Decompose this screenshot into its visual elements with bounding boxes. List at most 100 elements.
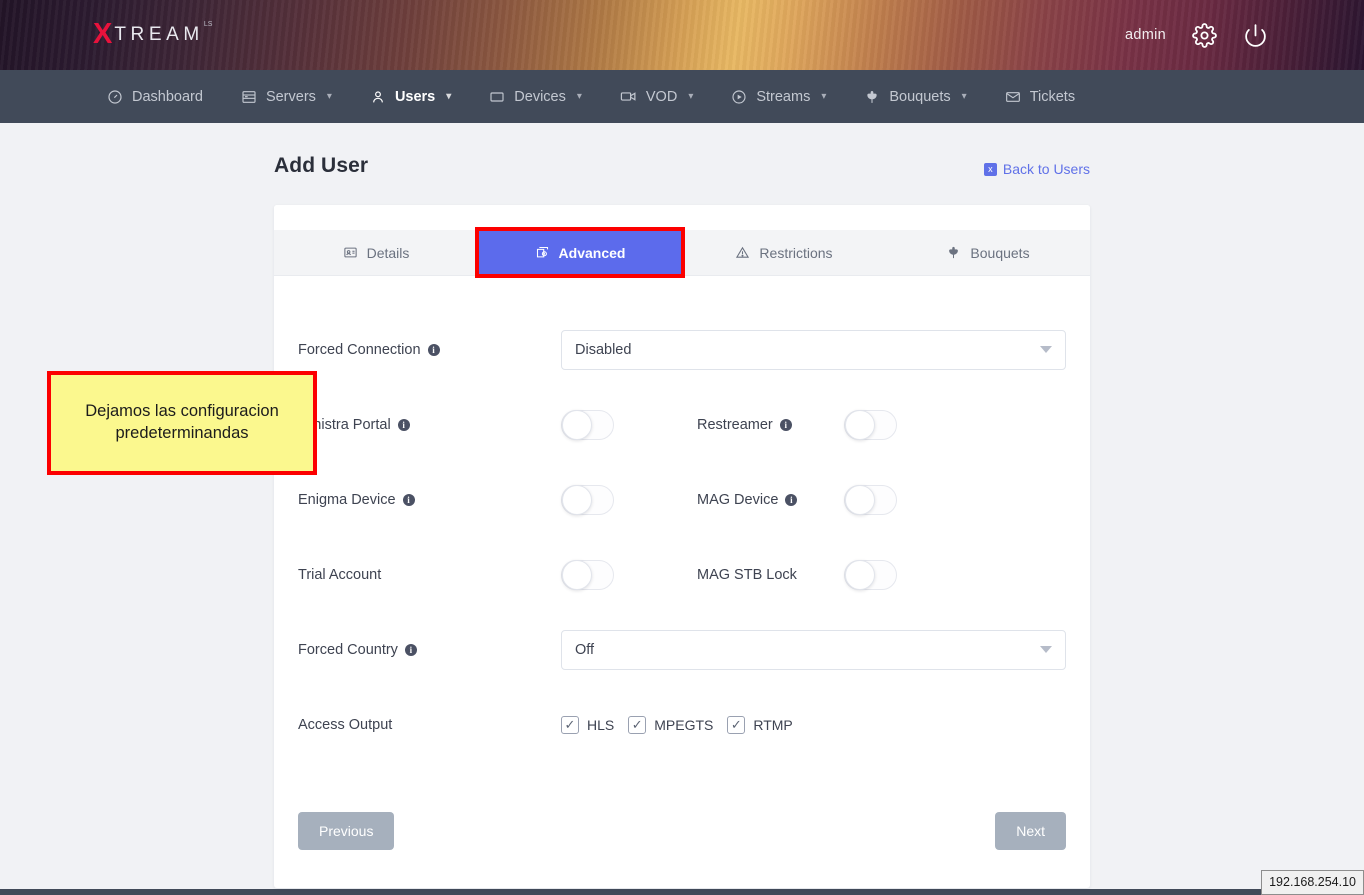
info-icon[interactable]: i xyxy=(785,494,797,506)
trial-account-toggle[interactable] xyxy=(561,560,614,590)
toggle-knob xyxy=(562,410,592,440)
checkbox-rtmp[interactable]: ✓ xyxy=(727,716,745,734)
nav-item-servers[interactable]: Servers ▾ xyxy=(222,70,351,123)
nav-label-tickets: Tickets xyxy=(1030,89,1075,105)
toggle-knob xyxy=(845,410,875,440)
header-actions: admin xyxy=(1125,0,1268,70)
checkbox-item-hls[interactable]: ✓ HLS xyxy=(561,716,614,734)
info-icon[interactable]: i xyxy=(398,419,410,431)
tab-restrictions[interactable]: Restrictions xyxy=(682,230,886,275)
next-button[interactable]: Next xyxy=(995,812,1066,850)
toggle-knob xyxy=(845,485,875,515)
cell-mag-device-toggle xyxy=(844,485,897,515)
sliders-icon xyxy=(535,245,550,260)
mag-stb-lock-toggle[interactable] xyxy=(844,560,897,590)
nav-label-devices: Devices xyxy=(514,89,566,105)
chevron-down-icon: ▾ xyxy=(962,91,967,102)
toggle-knob xyxy=(845,560,875,590)
nav-item-dashboard[interactable]: Dashboard xyxy=(88,70,222,123)
label-text-forced-country: Forced Country xyxy=(298,642,398,658)
power-icon[interactable] xyxy=(1243,23,1268,48)
forced-connection-select[interactable]: Disabled xyxy=(561,330,1066,370)
main-navigation: Dashboard Servers ▾ Users ▾ Devices ▾ xyxy=(0,70,1364,123)
tulip-icon xyxy=(946,245,961,260)
chevron-down-icon: ▾ xyxy=(327,91,332,102)
brand-header: X TREAM LS admin xyxy=(0,0,1364,70)
row-ministra-restreamer: Ministra Portal i Restreamer i xyxy=(298,387,1066,462)
forced-country-select[interactable]: Off xyxy=(561,630,1066,670)
page-footer: Copyright © 2021 - Xtream UI R22F - Earl… xyxy=(0,889,1364,895)
xtream-logo: X TREAM LS xyxy=(93,20,212,49)
wizard-button-row: Previous Next xyxy=(274,784,1090,888)
nav-label-servers: Servers xyxy=(266,89,316,105)
add-user-card: Details Advanced Restr xyxy=(274,205,1090,888)
close-icon: x xyxy=(984,163,997,176)
tab-bar: Details Advanced Restr xyxy=(274,230,1090,276)
info-icon[interactable]: i xyxy=(405,644,417,656)
advanced-form: Forced Connection i Disabled Ministra Po… xyxy=(274,276,1090,784)
checkbox-item-rtmp[interactable]: ✓ RTMP xyxy=(727,716,792,734)
label-text-restreamer: Restreamer xyxy=(697,417,773,433)
play-circle-icon xyxy=(731,89,747,105)
gear-icon[interactable] xyxy=(1192,23,1217,48)
nav-item-users[interactable]: Users ▾ xyxy=(351,70,470,123)
tab-details[interactable]: Details xyxy=(274,230,478,275)
toggle-knob xyxy=(562,485,592,515)
nav-item-tickets[interactable]: Tickets xyxy=(986,70,1094,123)
label-restreamer: Restreamer i xyxy=(697,417,844,433)
cell-enigma-toggle xyxy=(561,485,697,515)
cell-ministra-toggle xyxy=(561,410,697,440)
nav-item-bouquets[interactable]: Bouquets ▾ xyxy=(845,70,985,123)
cell-trial-toggle xyxy=(561,560,697,590)
ip-address-badge: 192.168.254.10 xyxy=(1261,870,1364,895)
back-to-users-link[interactable]: x Back to Users xyxy=(984,161,1090,177)
ministra-portal-toggle[interactable] xyxy=(561,410,614,440)
checkbox-hls[interactable]: ✓ xyxy=(561,716,579,734)
chevron-down-icon xyxy=(1040,346,1052,353)
label-forced-country: Forced Country i xyxy=(298,642,561,658)
enigma-device-toggle[interactable] xyxy=(561,485,614,515)
nav-item-vod[interactable]: VOD ▾ xyxy=(601,70,712,123)
label-text-access-output: Access Output xyxy=(298,717,392,733)
restreamer-toggle[interactable] xyxy=(844,410,897,440)
label-trial-account: Trial Account xyxy=(298,567,561,583)
tab-label-advanced: Advanced xyxy=(559,245,626,261)
tab-bouquets[interactable]: Bouquets xyxy=(886,230,1090,275)
label-text-mag-stb-lock: MAG STB Lock xyxy=(697,567,797,583)
speedometer-icon xyxy=(107,89,123,105)
label-forced-connection: Forced Connection i xyxy=(298,342,561,358)
envelope-icon xyxy=(1005,89,1021,105)
info-icon[interactable]: i xyxy=(428,344,440,356)
previous-button[interactable]: Previous xyxy=(298,812,394,850)
row-enigma-mag: Enigma Device i MAG Device i xyxy=(298,462,1066,537)
tab-label-restrictions: Restrictions xyxy=(759,245,832,261)
checkbox-item-mpegts[interactable]: ✓ MPEGTS xyxy=(628,716,713,734)
label-enigma-device: Enigma Device i xyxy=(298,492,561,508)
label-text-mag-device: MAG Device xyxy=(697,492,778,508)
checkbox-label-rtmp: RTMP xyxy=(753,717,792,733)
forced-country-value: Off xyxy=(575,642,594,658)
toggle-knob xyxy=(562,560,592,590)
server-icon xyxy=(241,89,257,105)
id-card-icon xyxy=(343,245,358,260)
mag-device-toggle[interactable] xyxy=(844,485,897,515)
label-ministra-portal: Ministra Portal i xyxy=(298,417,561,433)
checkbox-mpegts[interactable]: ✓ xyxy=(628,716,646,734)
chevron-down-icon xyxy=(1040,646,1052,653)
info-icon[interactable]: i xyxy=(780,419,792,431)
nav-item-streams[interactable]: Streams ▾ xyxy=(712,70,845,123)
nav-label-vod: VOD xyxy=(646,89,677,105)
cell-mag-stb-toggle xyxy=(844,560,897,590)
chevron-down-icon: ▾ xyxy=(821,91,826,102)
row-trial-magstb: Trial Account MAG STB Lock xyxy=(298,537,1066,612)
nav-label-bouquets: Bouquets xyxy=(889,89,950,105)
video-icon xyxy=(620,88,637,105)
checkbox-label-mpegts: MPEGTS xyxy=(654,717,713,733)
device-icon xyxy=(489,89,505,105)
row-forced-connection: Forced Connection i Disabled xyxy=(298,312,1066,387)
chevron-down-icon: ▾ xyxy=(577,91,582,102)
logo-x-mark: X xyxy=(93,20,112,49)
nav-item-devices[interactable]: Devices ▾ xyxy=(470,70,601,123)
tab-advanced[interactable]: Advanced xyxy=(478,230,682,275)
info-icon[interactable]: i xyxy=(403,494,415,506)
